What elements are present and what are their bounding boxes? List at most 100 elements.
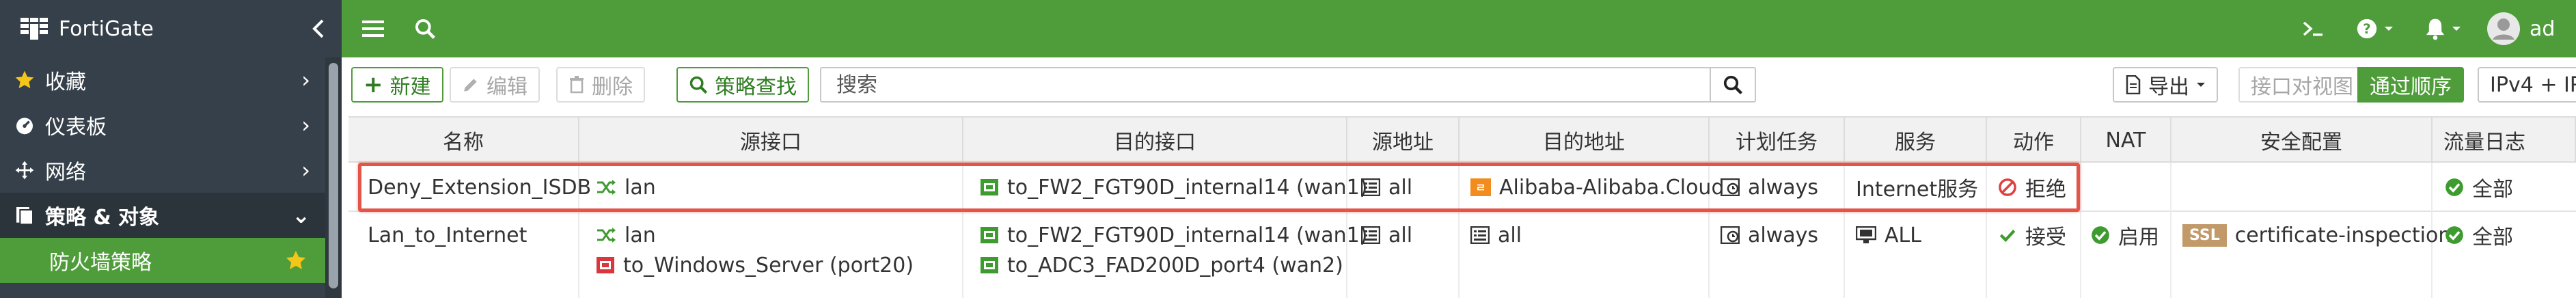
column-header-schedule[interactable]: 计划任务 xyxy=(1710,118,1845,163)
column-header-action[interactable]: 动作 xyxy=(1987,118,2081,163)
policy-name: Lan_to_Internet xyxy=(368,223,527,247)
ip-version-select[interactable]: IPv4 + IP xyxy=(2478,67,2576,103)
chevron-right-icon: › xyxy=(301,112,310,138)
caret-down-icon xyxy=(2197,83,2205,87)
delete-button[interactable]: 删除 xyxy=(556,67,645,103)
by-sequence-button[interactable]: 通过顺序 xyxy=(2357,67,2464,103)
user-menu-button[interactable]: ad xyxy=(2487,0,2576,57)
destination-address: Alibaba-Alibaba.Cloud xyxy=(1499,175,1725,200)
source-interface: to_Windows_Server (port20) xyxy=(623,253,914,277)
sidebar-item-dashboard[interactable]: 仪表板 › xyxy=(0,103,325,148)
policy-table: 名称 源接口 目的接口 源地址 目的地址 计划任务 服务 动作 NAT 安全配置… xyxy=(342,116,2576,298)
policy-lookup-button[interactable]: 策略查找 xyxy=(676,67,809,103)
ssl-badge: SSL xyxy=(2182,224,2227,247)
shuffle-interface-icon xyxy=(597,180,616,195)
caret-down-icon xyxy=(2452,27,2461,31)
sidebar-item-label: 收藏 xyxy=(45,70,86,94)
column-header-source-address[interactable]: 源地址 xyxy=(1347,118,1460,163)
sidebar-item-label: 网络 xyxy=(45,161,86,185)
action: 拒绝 xyxy=(2025,178,2066,202)
column-header-source-interface[interactable]: 源接口 xyxy=(579,118,963,163)
toolbar: + 新建 编辑 删除 策略查找 导出 接口对视图 通过顺序 IPv4 + IP xyxy=(342,57,2576,116)
port-interface-icon xyxy=(981,257,998,273)
service: Internet服务 xyxy=(1856,178,1979,202)
cli-console-button[interactable] xyxy=(2292,0,2333,57)
search-icon xyxy=(1723,75,1743,95)
chevron-left-icon xyxy=(312,19,324,38)
column-header-nat[interactable]: NAT xyxy=(2081,118,2171,163)
column-header-service[interactable]: 服务 xyxy=(1845,118,1987,163)
port-interface-icon xyxy=(597,257,614,273)
search-input[interactable] xyxy=(835,72,1682,98)
column-header-security-profiles[interactable]: 安全配置 xyxy=(2171,118,2433,163)
monitor-service-icon xyxy=(1856,226,1876,243)
terminal-icon xyxy=(2303,21,2322,36)
column-header-destination-address[interactable]: 目的地址 xyxy=(1460,118,1710,163)
scrollbar-thumb[interactable] xyxy=(329,63,338,288)
create-new-button[interactable]: + 新建 xyxy=(351,67,443,103)
dashboard-icon xyxy=(14,111,45,139)
interface-pair-view-button[interactable]: 接口对视图 xyxy=(2238,67,2366,103)
address-list-icon xyxy=(1361,178,1380,196)
trash-icon xyxy=(570,76,584,94)
sidebar-item-label: 防火墙策略 xyxy=(49,251,152,275)
avatar-icon xyxy=(2487,12,2520,45)
policy-search-box xyxy=(820,67,1756,103)
help-button[interactable]: ? xyxy=(2347,0,2402,57)
global-search-button[interactable] xyxy=(405,0,446,57)
port-interface-icon xyxy=(981,179,998,195)
notifications-button[interactable] xyxy=(2415,0,2470,57)
sidebar-item-favorites[interactable]: 收藏 › xyxy=(0,57,325,103)
schedule-clock-icon xyxy=(1721,226,1740,244)
destination-interface: to_FW2_FGT90D_internal14 (wan1) xyxy=(1007,223,1368,247)
table-header: 名称 源接口 目的接口 源地址 目的地址 计划任务 服务 动作 NAT 安全配置… xyxy=(348,116,2576,163)
star-icon[interactable] xyxy=(284,249,307,277)
source-address: all xyxy=(1388,175,1413,200)
help-icon: ? xyxy=(2357,18,2377,39)
search-icon xyxy=(415,18,435,39)
schedule: always xyxy=(1748,175,1819,200)
column-header-log[interactable]: 流量日志 xyxy=(2433,118,2576,163)
destination-address: all xyxy=(1498,223,1522,247)
table-row[interactable]: Lan_to_Internet lan to_Windows_Server (p… xyxy=(348,212,2576,298)
sidebar: FortiGate 收藏 › 仪表板 › 网络 › 策略 & 对象 ⌄ 防火墙策… xyxy=(0,0,342,298)
destination-interface: to_FW2_FGT90D_internal14 (wan1) xyxy=(1007,175,1368,200)
by-sequence-label: 通过顺序 xyxy=(2370,75,2452,99)
traffic-log: 全部 xyxy=(2472,226,2513,249)
check-circle-icon xyxy=(2092,226,2109,244)
interface-pair-view-label: 接口对视图 xyxy=(2251,75,2353,99)
table-row[interactable]: Deny_Extension_ISDB lan to_FW2_FGT90D_in… xyxy=(348,163,2576,212)
action: 接受 xyxy=(2025,226,2066,249)
pencil-icon xyxy=(464,79,477,92)
column-header-name[interactable]: 名称 xyxy=(348,118,579,163)
plus-icon: + xyxy=(364,71,383,98)
sidebar-item-policy-objects[interactable]: 策略 & 对象 ⌄ xyxy=(0,193,325,238)
brand-name: FortiGate xyxy=(59,16,154,41)
chevron-right-icon: › xyxy=(301,157,310,183)
sidebar-item-label: 仪表板 xyxy=(45,116,107,139)
alibaba-cloud-icon: ㄹ xyxy=(1470,178,1491,196)
menu-toggle-button[interactable] xyxy=(353,0,394,57)
sidebar-item-firewall-policy[interactable]: 防火墙策略 xyxy=(0,238,325,283)
sidebar-item-network[interactable]: 网络 › xyxy=(0,148,325,193)
sidebar-item-label: 策略 & 对象 xyxy=(45,206,160,230)
svg-text:ㄹ: ㄹ xyxy=(1476,181,1486,194)
schedule: always xyxy=(1748,223,1819,247)
search-submit-button[interactable] xyxy=(1710,68,1755,101)
checkmark-icon xyxy=(1999,230,2016,243)
sidebar-collapse-button[interactable] xyxy=(295,0,342,57)
svg-text:?: ? xyxy=(2363,21,2371,37)
sidebar-scrollbar[interactable] xyxy=(325,57,342,298)
export-label: 导出 xyxy=(2148,75,2189,99)
fortinet-logo-icon xyxy=(20,18,48,40)
address-list-icon xyxy=(1361,226,1380,244)
brand-logo[interactable]: FortiGate xyxy=(20,0,154,57)
edit-button[interactable]: 编辑 xyxy=(450,67,540,103)
policy-lookup-label: 策略查找 xyxy=(715,75,797,99)
service: ALL xyxy=(1885,223,1921,247)
source-interface: lan xyxy=(625,175,656,200)
column-header-destination-interface[interactable]: 目的接口 xyxy=(963,118,1347,163)
policy-name: Deny_Extension_ISDB xyxy=(368,175,592,200)
export-button[interactable]: 导出 xyxy=(2113,67,2218,103)
user-name: ad xyxy=(2530,16,2556,41)
